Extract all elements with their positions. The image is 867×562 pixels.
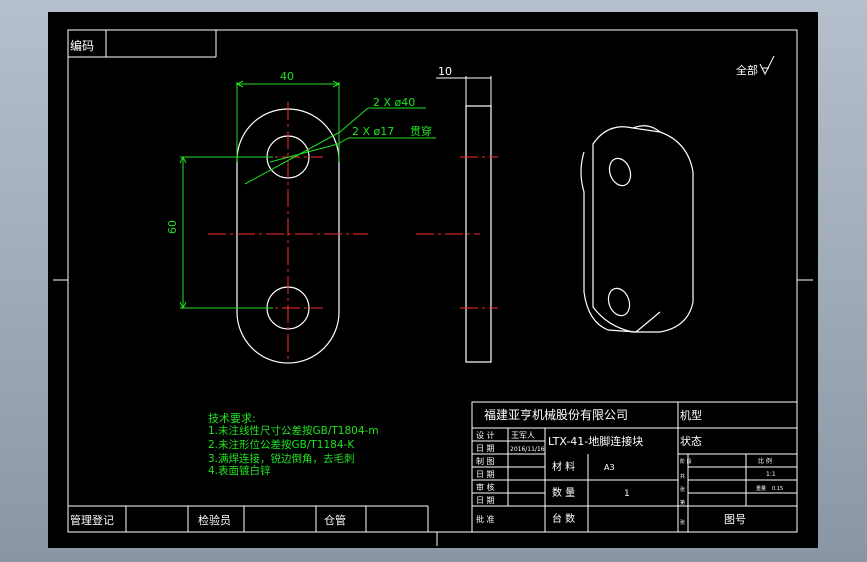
stage-mark: 阶 段	[680, 458, 692, 465]
quantity-label: 数 量	[552, 486, 575, 499]
sheet-index-mark: 第	[680, 499, 685, 506]
design-label: 设 计	[476, 430, 495, 440]
status-label: 状态	[680, 434, 702, 448]
inner-hole-dimension: 2 X ø17	[352, 125, 394, 138]
scale-value: 1:1	[766, 471, 776, 478]
front-dimensions	[179, 80, 436, 310]
review-label: 审 核	[476, 482, 495, 492]
material-label: 材 料	[552, 460, 575, 473]
tech-item: 1.未注线性尺寸公差按GB/T1804-m	[208, 424, 379, 437]
drawing-number-label: 图号	[724, 513, 746, 526]
sheet-total-mark: 共	[680, 473, 685, 480]
inspector-label: 检验员	[198, 513, 231, 527]
code-label: 编码	[70, 38, 94, 53]
date-label: 日 期	[476, 470, 495, 479]
date-label: 日 期	[476, 496, 495, 505]
tech-item: 4.表面镀白锌	[208, 464, 271, 477]
sheet-frame	[53, 29, 813, 546]
approve-label: 批 准	[476, 514, 495, 524]
date-label: 日 期	[476, 444, 495, 453]
front-view	[208, 102, 368, 364]
tech-title: 技术要求:	[208, 412, 256, 425]
model-label: 机型	[680, 408, 702, 422]
storage-label: 仓管	[324, 513, 346, 527]
weight-label: 重量	[756, 485, 766, 492]
view-label: 全部	[736, 63, 758, 77]
tech-item: 2.未注形位公差按GB/T1184-K	[208, 438, 355, 451]
drawing-label: 制 图	[476, 456, 495, 466]
quantity-value: 1	[624, 489, 630, 499]
cad-drawing-viewport[interactable]: 编码 全部 40 60 2 X ø40 2 X ø17 贯穿 10 技术要求: …	[48, 12, 818, 548]
sheet-unit-mark: 张	[680, 519, 685, 526]
thickness-dimension: 10	[438, 65, 452, 78]
roughness-symbol-icon	[759, 55, 775, 76]
width-dimension: 40	[280, 70, 294, 83]
tech-requirements: 技术要求: 1.未注线性尺寸公差按GB/T1804-m 2.未注形位公差按GB/…	[208, 412, 379, 477]
weight-value: 0.15	[772, 486, 783, 492]
registry-label: 管理登记	[70, 513, 114, 527]
company-name: 福建亚亨机械股份有限公司	[484, 407, 628, 422]
part-name: LTX-41-地脚连接块	[548, 434, 643, 448]
front-center-lines	[208, 102, 368, 364]
outer-hole-dimension: 2 X ø40	[373, 96, 415, 109]
unit-count-label: 台 数	[552, 512, 575, 525]
designer-name: 王军人	[511, 431, 535, 440]
side-view	[416, 76, 498, 363]
scale-label: 比 例	[758, 457, 772, 465]
tech-item: 3.满焊连接，锐边倒角，去毛刺	[208, 452, 355, 465]
height-dimension: 60	[166, 220, 179, 234]
isometric-view	[580, 125, 694, 333]
bottom-bar-lines	[68, 505, 429, 532]
through-label: 贯穿	[410, 124, 432, 138]
sheet-unit-mark: 张	[680, 486, 685, 493]
material-value: A3	[604, 463, 615, 472]
drawing-sheet: 编码 全部 40 60 2 X ø40 2 X ø17 贯穿 10 技术要求: …	[53, 29, 813, 546]
design-date: 2016/11/16	[510, 446, 545, 453]
